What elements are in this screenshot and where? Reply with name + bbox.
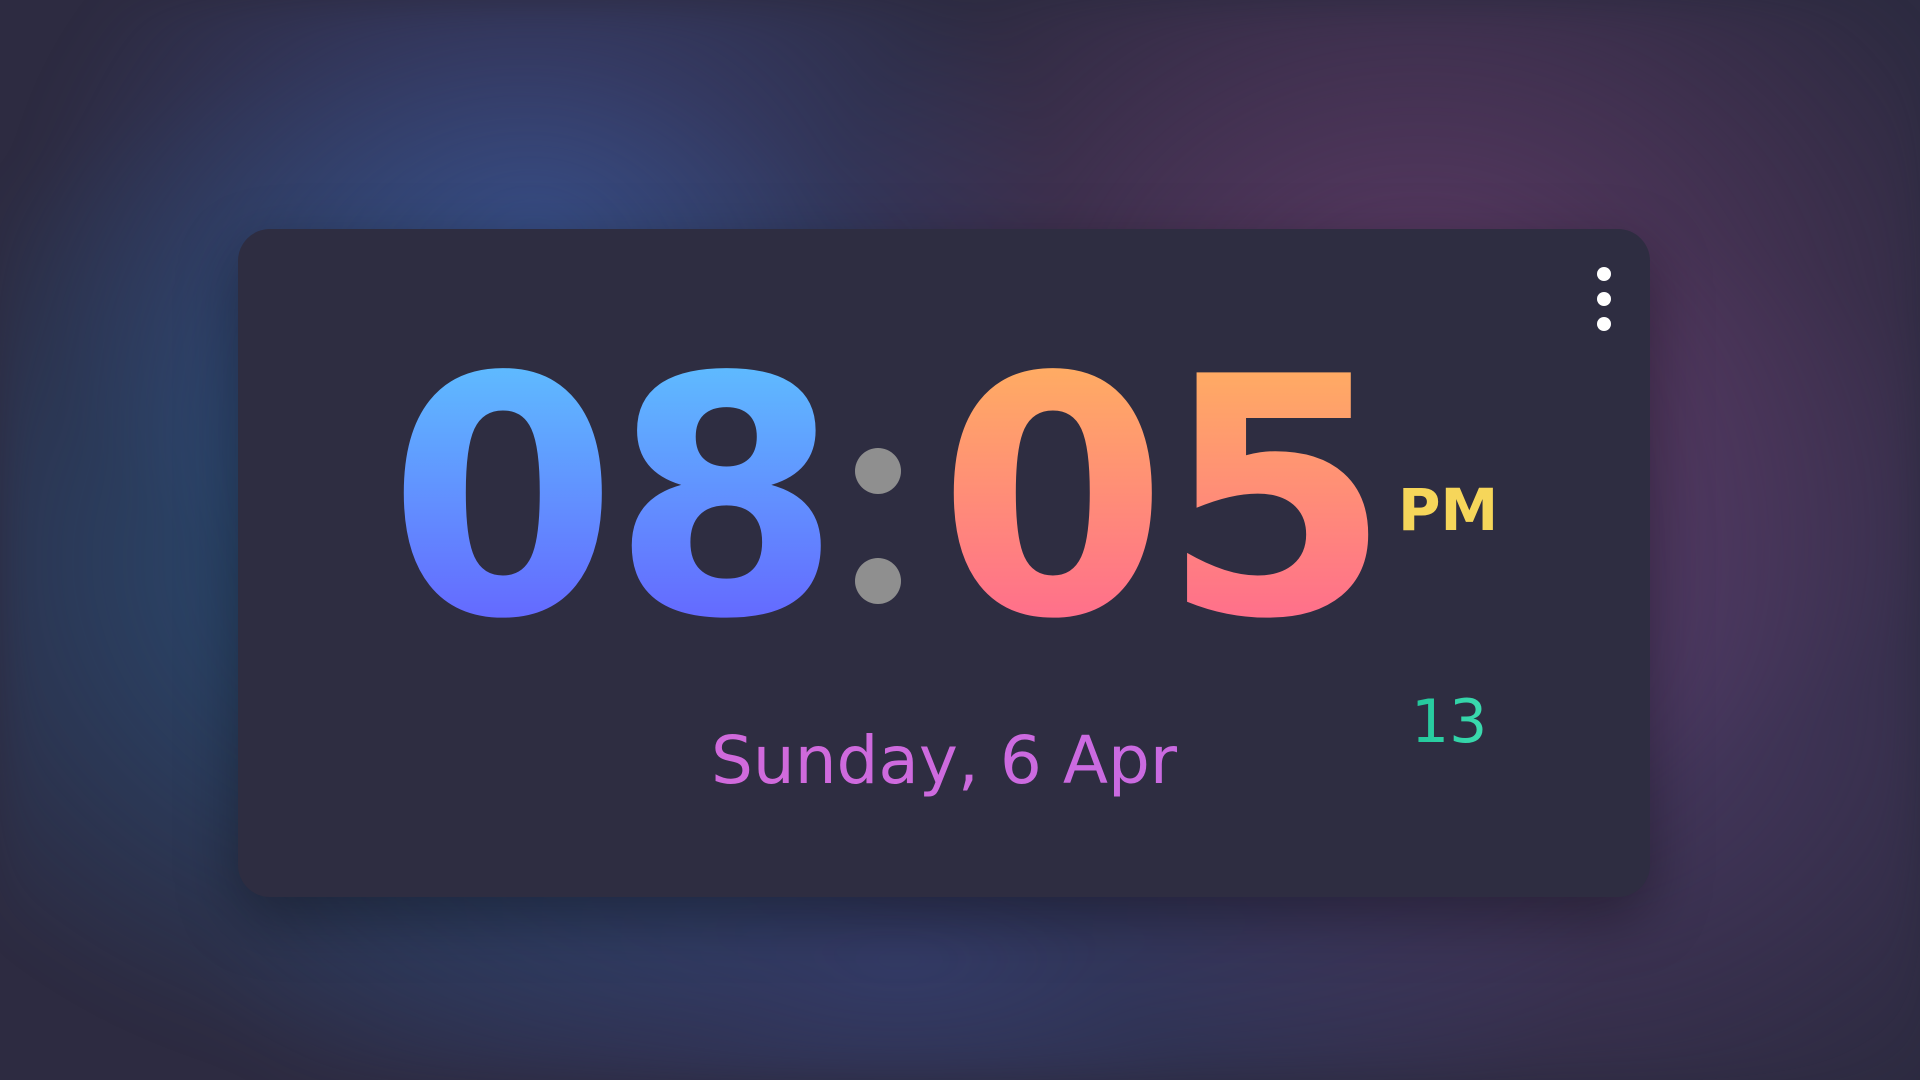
minutes-display: 05 <box>938 307 1391 691</box>
separator-dot <box>855 558 901 604</box>
clock-screen: 08 05 PM 13 Sunday, 6 Apr <box>0 0 1920 1080</box>
menu-dot <box>1597 317 1611 331</box>
menu-dot <box>1597 267 1611 281</box>
separator-dot <box>855 448 901 494</box>
time-display: 08 05 PM 13 <box>238 307 1650 757</box>
menu-dot <box>1597 292 1611 306</box>
period-label: PM <box>1398 476 1499 544</box>
hours-display: 08 <box>388 307 841 691</box>
more-vertical-icon[interactable] <box>1597 267 1611 331</box>
more-options-button[interactable] <box>1592 267 1616 331</box>
time-separator <box>855 448 901 604</box>
date-label: Sunday, 6 Apr <box>238 721 1650 801</box>
clock-card: 08 05 PM 13 Sunday, 6 Apr <box>238 229 1650 897</box>
